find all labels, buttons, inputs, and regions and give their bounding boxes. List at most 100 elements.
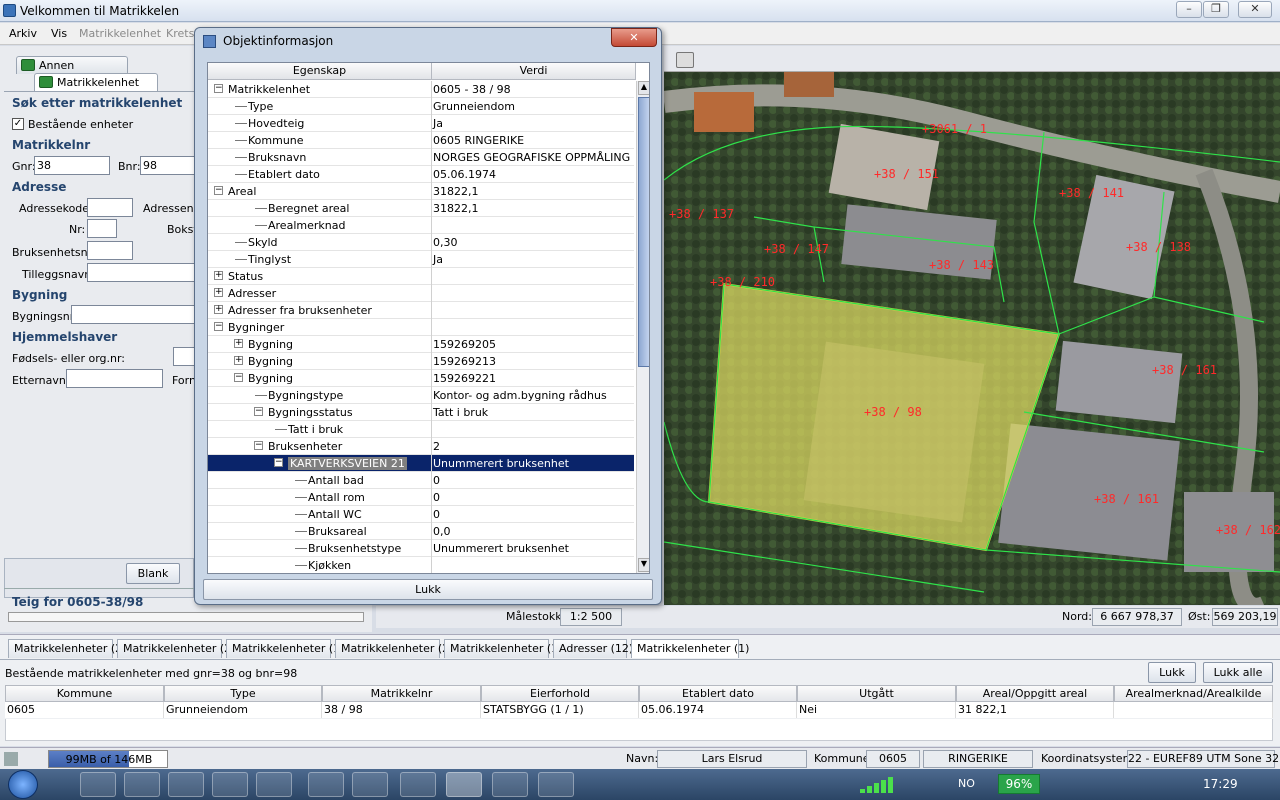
column-header[interactable]: Arealmerknad/Arealkilde [1114,685,1273,702]
start-button[interactable] [8,770,38,799]
scroll-thumb[interactable] [638,97,649,367]
grid-row[interactable]: Antall rom 0 [208,489,634,506]
clock[interactable]: 17:29 [1203,777,1238,791]
parcel-label[interactable]: +38 / 137 [669,207,734,221]
col-header-verdi[interactable]: Verdi [432,63,636,80]
column-header[interactable]: Eierforhold [481,685,639,702]
scroll-down-icon[interactable]: ▼ [638,558,649,572]
collapse-icon[interactable]: − [274,458,283,467]
grid-row[interactable]: − Bygninger [208,319,634,336]
powerpoint-taskbar-icon[interactable] [538,772,574,797]
grid-row[interactable]: Tinglyst Ja [208,251,634,268]
grid-row[interactable]: Hovedteig Ja [208,115,634,132]
bnr-input[interactable]: 98 [140,156,196,175]
column-header[interactable]: Utgått [797,685,956,702]
parcel-label[interactable]: +38 / 162 [1216,523,1280,537]
maximize-button[interactable]: ❐ [1203,1,1229,18]
table-cell[interactable]: Grunneiendom [164,702,322,718]
word-taskbar-icon[interactable] [308,772,344,797]
parcel-label[interactable]: +38 / 143 [929,258,994,272]
parcel-label[interactable]: +38 / 151 [874,167,939,181]
collapse-icon[interactable]: − [214,322,223,331]
lukk-tab-button[interactable]: Lukk [1148,662,1196,683]
grid-row[interactable]: − Matrikkelenhet 0605 - 38 / 98 [208,81,634,98]
scroll-up-icon[interactable]: ▲ [638,81,649,95]
app-taskbar-icon-4[interactable] [400,772,436,797]
grid-row[interactable]: Antall WC 0 [208,506,634,523]
table-cell[interactable]: 31 822,1 [956,702,1114,718]
explorer-taskbar-icon[interactable] [124,772,160,797]
signal-icon[interactable] [858,777,898,793]
gnr-input[interactable]: 38 [34,156,110,175]
ie-taskbar-icon[interactable] [80,772,116,797]
column-header[interactable]: Type [164,685,322,702]
parcel-label[interactable]: +38 / 210 [710,275,775,289]
table-cell[interactable]: 05.06.1974 [639,702,797,718]
nr-input[interactable] [87,219,117,238]
etternavn-input[interactable] [66,369,163,388]
results-tab[interactable]: Adresser (12) [553,639,633,658]
column-header[interactable]: Etablert dato [639,685,797,702]
expand-icon[interactable]: + [234,339,243,348]
results-tab[interactable]: Matrikkelenheter (2) [117,639,235,658]
col-header-egenskap[interactable]: Egenskap [208,63,432,80]
collapse-icon[interactable]: − [214,186,223,195]
print-icon[interactable] [676,52,694,68]
lukk-alle-button[interactable]: Lukk alle [1203,662,1273,683]
table-cell[interactable]: 0605 [5,702,164,718]
trash-icon[interactable] [4,752,18,766]
parcel-label[interactable]: +38 / 141 [1059,186,1124,200]
column-header[interactable]: Areal/Oppgitt areal [956,685,1114,702]
results-tab[interactable]: Matrikkelenheter (1) [226,639,344,658]
app-taskbar-icon-3[interactable] [352,772,388,797]
dialog-lukk-button[interactable]: Lukk [203,579,653,600]
tilleggsnavn-input[interactable] [87,263,195,282]
bygningsnr-input[interactable] [71,305,195,324]
grid-row[interactable]: Kommune 0605 RINGERIKE [208,132,634,149]
app-taskbar-icon-5[interactable] [492,772,528,797]
menu-krets[interactable]: Krets [166,27,194,40]
parcel-label[interactable]: +38 / 161 [1152,363,1217,377]
dialog-close-button[interactable]: ✕ [611,28,657,47]
grid-row[interactable]: − Bruksenheter 2 [208,438,634,455]
table-cell[interactable]: STATSBYGG (1 / 1) [481,702,639,718]
grid-row[interactable]: Bruksareal 0,0 [208,523,634,540]
bestaende-checkbox[interactable]: ✓ [12,118,24,130]
grid-row[interactable]: + Bygning 159269213 [208,353,634,370]
grid-row[interactable]: Kjøkken [208,557,634,573]
adressekode-input[interactable] [87,198,133,217]
grid-row[interactable]: Type Grunneiendom [208,98,634,115]
parcel-label[interactable]: +38 / 138 [1126,240,1191,254]
menu-vis[interactable]: Vis [51,27,67,40]
menu-matrikkelenhet[interactable]: Matrikkelenhet [79,27,161,40]
grid-row[interactable]: − Areal 31822,1 [208,183,634,200]
tab-annen-kommune[interactable]: Annen kommune [16,56,128,85]
app-taskbar-icon-2[interactable] [256,772,292,797]
table-cell[interactable] [1114,702,1273,718]
results-tab[interactable]: Matrikkelenheter (1) [444,639,562,658]
parcel-label[interactable]: +3061 / 1 [922,122,987,136]
grid-row[interactable]: + Status [208,268,634,285]
menu-arkiv[interactable]: Arkiv [9,27,37,40]
parcel-label[interactable]: +38 / 147 [764,242,829,256]
grid-row[interactable]: Bygningstype Kontor- og adm.bygning rådhu… [208,387,634,404]
app-taskbar-icon[interactable] [212,772,248,797]
grid-row[interactable]: Skyld 0,30 [208,234,634,251]
grid-row[interactable]: Beregnet areal 31822,1 [208,200,634,217]
fodselsnr-input[interactable] [173,347,195,366]
map-view[interactable]: +3061 / 1 +38 / 151 +38 / 141 +38 / 137 +38 … [664,72,1280,605]
expand-icon[interactable]: + [214,305,223,314]
collapse-icon[interactable]: − [254,441,263,450]
matrikkel-taskbar-icon[interactable] [446,772,482,797]
results-tab[interactable]: Matrikkelenheter (2) [8,639,126,658]
table-cell[interactable]: 38 / 98 [322,702,481,718]
grid-row[interactable]: + Bygning 159269205 [208,336,634,353]
battery-indicator[interactable]: 96% [998,774,1040,794]
collapse-icon[interactable]: − [214,84,223,93]
column-header[interactable]: Matrikkelnr [322,685,481,702]
grid-row[interactable]: − Bygning 159269221 [208,370,634,387]
grid-row[interactable]: + Adresser [208,285,634,302]
grid-row[interactable]: − KARTVERKSVEIEN 21 Unummerert bruksenhet [208,455,634,472]
grid-row[interactable]: Etablert dato 05.06.1974 [208,166,634,183]
expand-icon[interactable]: + [214,271,223,280]
